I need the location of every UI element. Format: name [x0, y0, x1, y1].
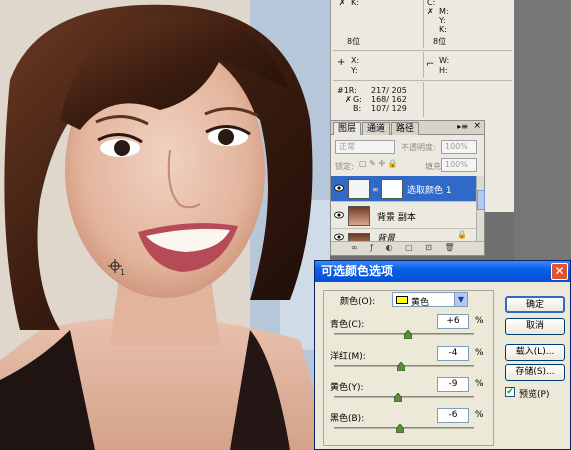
color-select[interactable]: 黄色 ▼: [392, 292, 468, 308]
eyedropper-icon: ✗: [345, 95, 352, 104]
info-y-coord-label: Y:: [351, 66, 358, 75]
adjustment-group: 颜色(O): 黄色 ▼ 青色(C): +6 % 洋红(M): -4 % 黄色(Y…: [323, 290, 494, 446]
load-button[interactable]: 载入(L)...: [505, 344, 565, 361]
cyan-unit: %: [475, 316, 484, 326]
ok-button[interactable]: 确定: [505, 296, 565, 313]
eye-visibility-icon[interactable]: [334, 211, 344, 219]
selective-color-dialog: 可选颜色选项 ✕ 颜色(O): 黄色 ▼ 青色(C): +6 % 洋红(M): …: [314, 260, 571, 450]
link-icon: ∞: [372, 185, 379, 194]
eye-visibility-icon[interactable]: [334, 233, 344, 241]
preview-checkbox[interactable]: ✔: [505, 387, 515, 397]
adjustment-layer-thumbnail: [348, 179, 370, 199]
color-label: 颜色(O):: [340, 297, 376, 307]
layer-action-icons[interactable]: ∞ ƒ ◐ ▢ ⊡ 🗑: [351, 243, 460, 252]
color-select-value: 黄色: [411, 298, 430, 308]
info-g-value: 168/ 162: [371, 95, 407, 104]
lock-icons[interactable]: ▢ ✎ ✛ 🔒: [359, 159, 398, 168]
info-y-label: Y:: [439, 16, 446, 25]
panel-close-icon[interactable]: ×: [473, 121, 481, 131]
info-k-label: K:: [351, 0, 359, 7]
selection-size-icon: ⌐: [426, 59, 435, 70]
layer-name: 选取颜色 1: [407, 186, 452, 196]
yellow-slider-thumb[interactable]: [394, 393, 403, 402]
info-bit-left: 8位: [347, 37, 361, 46]
yellow-slider-track[interactable]: [334, 396, 474, 398]
photo-canvas[interactable]: 1: [0, 0, 330, 450]
yellow-unit: %: [475, 379, 484, 389]
info-g-label: G:: [353, 95, 362, 104]
workspace-background: [514, 0, 571, 260]
panel-menu-icon[interactable]: ▸≡: [457, 122, 468, 131]
cyan-input[interactable]: +6: [437, 314, 469, 329]
close-icon[interactable]: ✕: [551, 263, 568, 280]
yellow-label: 黄色(Y):: [330, 383, 364, 393]
info-r-value: 217/ 205: [371, 86, 407, 95]
layer-row-background-copy[interactable]: 背景 副本: [331, 203, 478, 229]
yellow-swatch: [396, 296, 408, 304]
magenta-label: 洋红(M):: [330, 352, 366, 362]
layers-bottom-toolbar: ∞ ƒ ◐ ▢ ⊡ 🗑: [331, 241, 484, 255]
layer-mask-thumbnail: [381, 179, 403, 199]
chevron-down-icon[interactable]: ▼: [454, 293, 467, 306]
black-slider-track[interactable]: [334, 427, 474, 429]
layer-thumbnail: [348, 206, 370, 226]
info-r-label: #1R:: [337, 86, 357, 95]
black-unit: %: [475, 410, 484, 420]
info-w-label: W:: [439, 56, 450, 65]
preview-label: 预览(P): [519, 390, 550, 400]
cyan-label: 青色(C):: [330, 320, 365, 330]
eyedropper-icon: ✗: [339, 0, 346, 7]
tab-layers[interactable]: 图层: [333, 122, 361, 135]
cyan-slider-thumb[interactable]: [404, 330, 413, 339]
info-bit-right: 8位: [433, 37, 447, 46]
info-c-label: C:: [427, 0, 436, 7]
layers-scrollbar[interactable]: [476, 176, 485, 241]
info-m-label: M:: [439, 7, 449, 16]
magenta-input[interactable]: -4: [437, 346, 469, 361]
layer-name: 背景 副本: [377, 213, 416, 223]
layers-panel: 图层 通道 路径 ▸≡ × 正常 不透明度: 100% 锁定: ▢ ✎ ✛ 🔒 …: [330, 120, 485, 256]
magenta-unit: %: [475, 348, 484, 358]
info-b-value: 107/ 129: [371, 104, 407, 113]
lock-icon: 🔒: [457, 230, 467, 239]
opacity-label: 不透明度:: [401, 143, 436, 152]
opacity-input[interactable]: 100%: [441, 140, 477, 154]
portrait-image: [0, 0, 330, 450]
tab-paths[interactable]: 路径: [391, 122, 419, 135]
black-label: 黑色(B):: [330, 414, 365, 424]
yellow-input[interactable]: -9: [437, 377, 469, 392]
info-h-label: H:: [439, 66, 448, 75]
tab-channels[interactable]: 通道: [362, 122, 390, 135]
fill-input[interactable]: 100%: [441, 158, 477, 172]
eyedropper-icon: ✗: [427, 7, 434, 16]
info-x-label: X:: [351, 56, 360, 65]
dialog-titlebar: 可选颜色选项 ✕: [315, 261, 570, 282]
layers-tabbar: 图层 通道 路径 ▸≡ ×: [331, 121, 484, 135]
black-slider-thumb[interactable]: [395, 424, 404, 433]
lock-label: 锁定:: [335, 162, 354, 171]
crosshair-icon: +: [337, 57, 346, 68]
black-input[interactable]: -6: [437, 408, 469, 423]
cancel-button[interactable]: 取消: [505, 318, 565, 335]
info-b-label: B:: [353, 104, 362, 113]
cursor-sample-label: 1: [120, 268, 126, 277]
save-button[interactable]: 存储(S)...: [505, 364, 565, 381]
dialog-title: 可选颜色选项: [321, 264, 394, 278]
info-k2-label: K:: [439, 25, 447, 34]
magenta-slider-thumb[interactable]: [397, 362, 406, 371]
layer-row-selective-color[interactable]: ∞ 选取颜色 1: [331, 176, 478, 202]
eye-visibility-icon[interactable]: [334, 184, 344, 192]
blend-mode-select[interactable]: 正常: [335, 140, 395, 154]
